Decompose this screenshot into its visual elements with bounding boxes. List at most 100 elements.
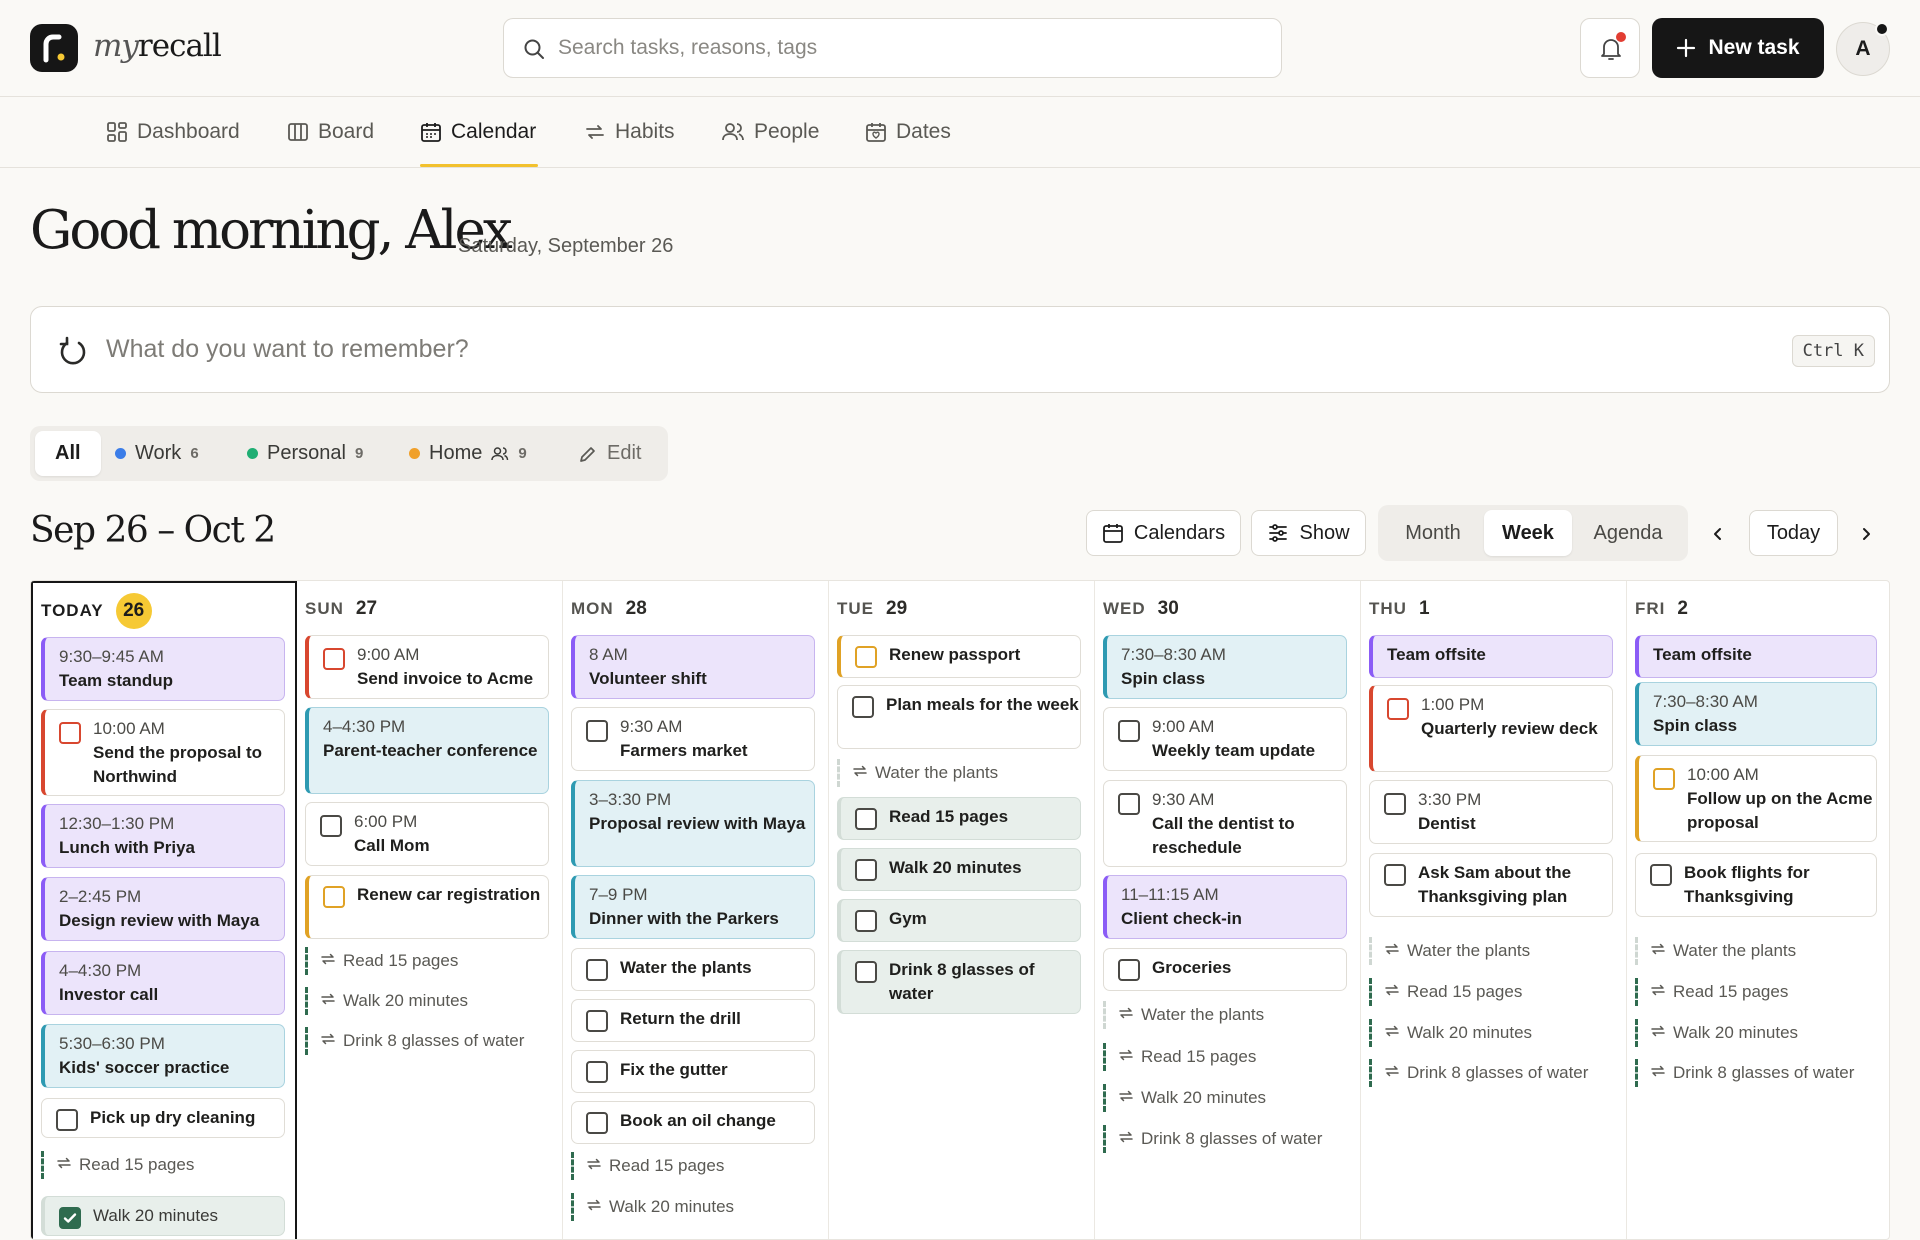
prev-week-button[interactable] bbox=[1704, 520, 1732, 548]
nav-board[interactable]: Board bbox=[287, 97, 374, 167]
view-week[interactable]: Week bbox=[1484, 510, 1572, 556]
habit-item[interactable]: Read 15 pages bbox=[1103, 1043, 1339, 1071]
view-month[interactable]: Month bbox=[1383, 510, 1483, 556]
nav-dates[interactable]: Dates bbox=[865, 97, 951, 167]
event-card[interactable]: 2–2:45 PM Design review with Maya bbox=[41, 877, 285, 941]
nav-dashboard[interactable]: Dashboard bbox=[106, 97, 240, 167]
task-card[interactable]: 10:00 AM Send the proposal to Northwind bbox=[41, 709, 285, 796]
quick-add-input[interactable] bbox=[106, 307, 1706, 392]
app-logo[interactable] bbox=[30, 24, 78, 72]
task-card[interactable]: Gym bbox=[837, 899, 1081, 942]
task-checkbox[interactable] bbox=[1118, 793, 1140, 815]
event-card[interactable]: 12:30–1:30 PM Lunch with Priya bbox=[41, 804, 285, 868]
task-card[interactable]: Pick up dry cleaning bbox=[41, 1098, 285, 1138]
event-card[interactable]: 11–11:15 AM Client check-in bbox=[1103, 875, 1347, 939]
event-card[interactable]: 4–4:30 PM Parent-teacher conference bbox=[305, 707, 549, 794]
notifications-button[interactable] bbox=[1580, 18, 1640, 78]
task-checkbox[interactable] bbox=[586, 1010, 608, 1032]
task-card[interactable]: Book an oil change bbox=[571, 1101, 815, 1144]
task-checkbox[interactable] bbox=[1387, 698, 1409, 720]
event-card[interactable]: 7:30–8:30 AM Spin class bbox=[1635, 682, 1877, 746]
habit-item[interactable]: Walk 20 minutes bbox=[1103, 1084, 1339, 1112]
habit-item[interactable]: Read 15 pages bbox=[1635, 978, 1869, 1006]
task-checkbox[interactable] bbox=[855, 859, 877, 881]
task-checkbox[interactable] bbox=[855, 961, 877, 983]
habit-item[interactable]: Walk 20 minutes bbox=[1369, 1019, 1605, 1047]
search-box[interactable] bbox=[503, 18, 1282, 78]
task-card[interactable]: Drink 8 glasses of water bbox=[837, 950, 1081, 1014]
habit-item[interactable]: Water the plants bbox=[837, 759, 1073, 787]
habit-item[interactable]: Read 15 pages bbox=[305, 947, 541, 975]
task-checkbox[interactable] bbox=[855, 910, 877, 932]
task-card[interactable]: 9:30 AM Farmers market bbox=[571, 707, 815, 771]
filter-personal[interactable]: Personal 9 bbox=[247, 431, 363, 476]
task-card[interactable]: Walk 20 minutes bbox=[41, 1196, 285, 1236]
task-card[interactable]: 6:00 PM Call Mom bbox=[305, 802, 549, 866]
task-checkbox[interactable] bbox=[586, 959, 608, 981]
next-week-button[interactable] bbox=[1852, 520, 1880, 548]
event-card[interactable]: 4–4:30 PM Investor call bbox=[41, 951, 285, 1015]
habit-item[interactable]: Water the plants bbox=[1369, 937, 1605, 965]
habit-item[interactable]: Drink 8 glasses of water bbox=[305, 1027, 541, 1055]
habit-item[interactable]: Read 15 pages bbox=[41, 1151, 277, 1179]
filter-work[interactable]: Work 6 bbox=[115, 431, 199, 476]
habit-item[interactable]: Read 15 pages bbox=[571, 1152, 807, 1180]
avatar[interactable]: A bbox=[1836, 22, 1890, 76]
filter-all[interactable]: All bbox=[35, 431, 101, 476]
nav-calendar[interactable]: Calendar bbox=[420, 97, 539, 167]
habit-item[interactable]: Read 15 pages bbox=[1369, 978, 1605, 1006]
task-checkbox[interactable] bbox=[1653, 768, 1675, 790]
task-checkbox[interactable] bbox=[323, 886, 345, 908]
task-card[interactable]: Return the drill bbox=[571, 999, 815, 1042]
show-button[interactable]: Show bbox=[1251, 510, 1366, 556]
task-card[interactable]: Renew passport bbox=[837, 635, 1081, 678]
task-card[interactable]: 3:30 PM Dentist bbox=[1369, 780, 1613, 844]
task-card[interactable]: Ask Sam about the Thanksgiving plan bbox=[1369, 853, 1613, 917]
edit-filters-button[interactable]: Edit bbox=[578, 431, 641, 476]
nav-people[interactable]: People bbox=[721, 97, 819, 167]
event-card[interactable]: 7–9 PM Dinner with the Parkers bbox=[571, 875, 815, 939]
task-card[interactable]: Water the plants bbox=[571, 948, 815, 991]
event-card[interactable]: 5:30–6:30 PM Kids' soccer practice bbox=[41, 1024, 285, 1088]
task-card[interactable]: 9:30 AM Call the dentist to reschedule bbox=[1103, 780, 1347, 867]
task-checkbox[interactable] bbox=[1118, 959, 1140, 981]
task-card[interactable]: 9:00 AM Send invoice to Acme bbox=[305, 635, 549, 699]
task-card[interactable]: Renew car registration bbox=[305, 875, 549, 939]
habit-item[interactable]: Water the plants bbox=[1635, 937, 1869, 965]
event-card[interactable]: 9:30–9:45 AM Team standup bbox=[41, 637, 285, 701]
task-checkbox[interactable] bbox=[59, 722, 81, 744]
new-task-button[interactable]: New task bbox=[1652, 18, 1824, 78]
task-checkbox[interactable] bbox=[1384, 793, 1406, 815]
calendars-button[interactable]: Calendars bbox=[1086, 510, 1241, 556]
habit-item[interactable]: Drink 8 glasses of water bbox=[1103, 1125, 1339, 1153]
task-card[interactable]: 10:00 AM Follow up on the Acme proposal bbox=[1635, 755, 1877, 842]
habit-item[interactable]: Water the plants bbox=[1103, 1001, 1339, 1029]
task-checkbox[interactable] bbox=[586, 1112, 608, 1134]
task-checkbox[interactable] bbox=[855, 646, 877, 668]
task-card[interactable]: Groceries bbox=[1103, 948, 1347, 991]
task-checkbox[interactable] bbox=[855, 808, 877, 830]
task-card[interactable]: Book flights for Thanksgiving bbox=[1635, 853, 1877, 917]
quick-add-box[interactable]: Ctrl K bbox=[30, 306, 1890, 393]
habit-item[interactable]: Walk 20 minutes bbox=[571, 1193, 807, 1221]
today-button[interactable]: Today bbox=[1749, 510, 1838, 556]
filter-home[interactable]: Home 9 bbox=[409, 431, 527, 476]
task-checkbox[interactable] bbox=[586, 1061, 608, 1083]
search-input[interactable] bbox=[558, 19, 1258, 77]
event-card[interactable]: 3–3:30 PM Proposal review with Maya bbox=[571, 780, 815, 867]
task-checkbox[interactable] bbox=[1650, 864, 1672, 886]
task-checkbox[interactable] bbox=[323, 648, 345, 670]
task-checkbox[interactable] bbox=[586, 720, 608, 742]
habit-item[interactable]: Walk 20 minutes bbox=[305, 987, 541, 1015]
task-checkbox[interactable] bbox=[1384, 864, 1406, 886]
task-card[interactable]: 9:00 AM Weekly team update bbox=[1103, 707, 1347, 771]
task-card[interactable]: Read 15 pages bbox=[837, 797, 1081, 840]
task-card[interactable]: Plan meals for the week bbox=[837, 685, 1081, 749]
habit-item[interactable]: Walk 20 minutes bbox=[1635, 1019, 1869, 1047]
event-card[interactable]: 8 AM Volunteer shift bbox=[571, 635, 815, 699]
task-card[interactable]: Fix the gutter bbox=[571, 1050, 815, 1093]
event-card[interactable]: Team offsite bbox=[1635, 635, 1877, 678]
event-card[interactable]: Team offsite bbox=[1369, 635, 1613, 678]
habit-item[interactable]: Drink 8 glasses of water bbox=[1635, 1059, 1869, 1087]
habit-item[interactable]: Drink 8 glasses of water bbox=[1369, 1059, 1605, 1087]
